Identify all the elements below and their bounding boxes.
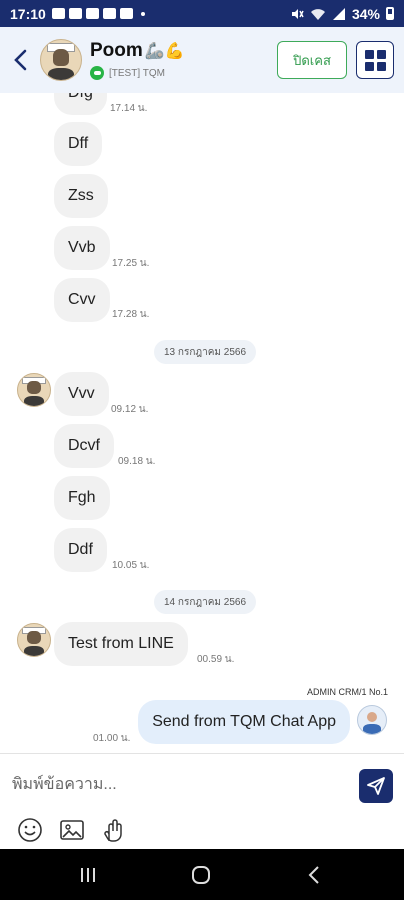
battery-percent: 34%: [351, 5, 380, 22]
message-list[interactable]: Dfg 17.14 น. Dff Zss Vvb 17.25 น. Cvv 17…: [0, 93, 404, 753]
sticker-icon: [104, 819, 122, 842]
message-time: 00.59 น.: [197, 654, 235, 665]
image-button[interactable]: [58, 816, 86, 844]
back-arrow-icon: [14, 49, 27, 71]
status-bar: 17:10 34%: [0, 0, 404, 27]
message-time: 01.00 น.: [93, 733, 131, 744]
contact-name: Poom: [90, 40, 143, 61]
message-time: 10.05 น.: [112, 560, 150, 571]
system-navigation-bar: [0, 849, 404, 900]
agent-avatar: [357, 705, 387, 735]
signal-icon: [332, 7, 345, 20]
chat-header: Poom 🦾💪 [TEST] TQM ปิดเคส: [0, 27, 404, 93]
contact-info: Poom 🦾💪 [TEST] TQM: [90, 40, 185, 80]
message-time: 17.14 น.: [110, 103, 148, 114]
home-icon: [192, 866, 210, 884]
message-bubble: Dcvf: [54, 424, 114, 468]
send-icon: [367, 777, 385, 795]
emoji-button[interactable]: [16, 816, 44, 844]
more-notifications-icon: [140, 11, 145, 16]
notification-icon: [51, 8, 65, 19]
message-time: 17.25 น.: [112, 258, 150, 269]
channel-row: [TEST] TQM: [90, 66, 185, 80]
recent-apps-icon: [81, 868, 95, 882]
message-bubble: Dff: [54, 122, 103, 166]
home-button[interactable]: [181, 861, 221, 889]
message-input[interactable]: [12, 768, 332, 802]
message-bubble: Ddf: [54, 528, 107, 572]
notification-icons: [51, 8, 145, 19]
date-separator: 13 กรกฎาคม 2566: [154, 340, 257, 364]
recent-apps-button[interactable]: [68, 861, 108, 889]
status-right: 34%: [290, 6, 394, 22]
channel-name: [TEST] TQM: [109, 67, 165, 79]
message-bubble: Fgh: [54, 476, 110, 520]
message-bubble: Vvb: [54, 226, 110, 270]
contact-avatar[interactable]: [17, 373, 51, 407]
message-time: 09.18 น.: [118, 456, 156, 467]
send-button[interactable]: [359, 769, 393, 803]
message-bubble: Test from LINE: [54, 622, 188, 666]
wifi-icon: [310, 8, 325, 20]
line-icon: [90, 66, 104, 80]
message-bubble: Zss: [54, 174, 108, 218]
contact-emoji: 🦾💪: [144, 43, 185, 60]
chat-screen: 17:10 34% Poom 🦾💪 [TEST] TQM ปิดเคส 17.1…: [0, 0, 404, 900]
message-composer: [0, 753, 404, 849]
nav-back-button[interactable]: [294, 861, 334, 889]
mute-icon: [291, 8, 304, 19]
notification-icon: [68, 8, 82, 19]
message-bubble: Cvv: [54, 278, 110, 322]
back-button[interactable]: [0, 27, 40, 93]
contact-avatar[interactable]: [40, 39, 82, 81]
close-case-button[interactable]: ปิดเคส: [277, 41, 347, 79]
message-time: 09.12 น.: [111, 404, 149, 415]
battery-icon: [386, 7, 394, 20]
message-bubble: Dfg: [54, 93, 107, 115]
contact-avatar[interactable]: [17, 623, 51, 657]
message-time: 17.28 น.: [112, 309, 150, 320]
notification-icon: [119, 8, 133, 19]
emoji-icon: [18, 818, 42, 842]
outgoing-message-bubble: Send from TQM Chat App: [138, 700, 350, 744]
image-icon: [60, 820, 84, 840]
status-time: 17:10: [10, 5, 46, 22]
message-bubble: Vvv: [54, 372, 109, 416]
date-separator: 14 กรกฎาคม 2566: [154, 590, 257, 614]
agent-name: ADMIN CRM/1 No.1: [306, 687, 388, 697]
menu-grid-button[interactable]: [356, 41, 394, 79]
grid-menu-icon: [364, 49, 386, 71]
notification-icon: [85, 8, 99, 19]
nav-back-icon: [308, 866, 319, 884]
sticker-button[interactable]: [100, 816, 128, 844]
contact-name-row: Poom 🦾💪: [90, 40, 185, 62]
notification-icon: [102, 8, 116, 19]
